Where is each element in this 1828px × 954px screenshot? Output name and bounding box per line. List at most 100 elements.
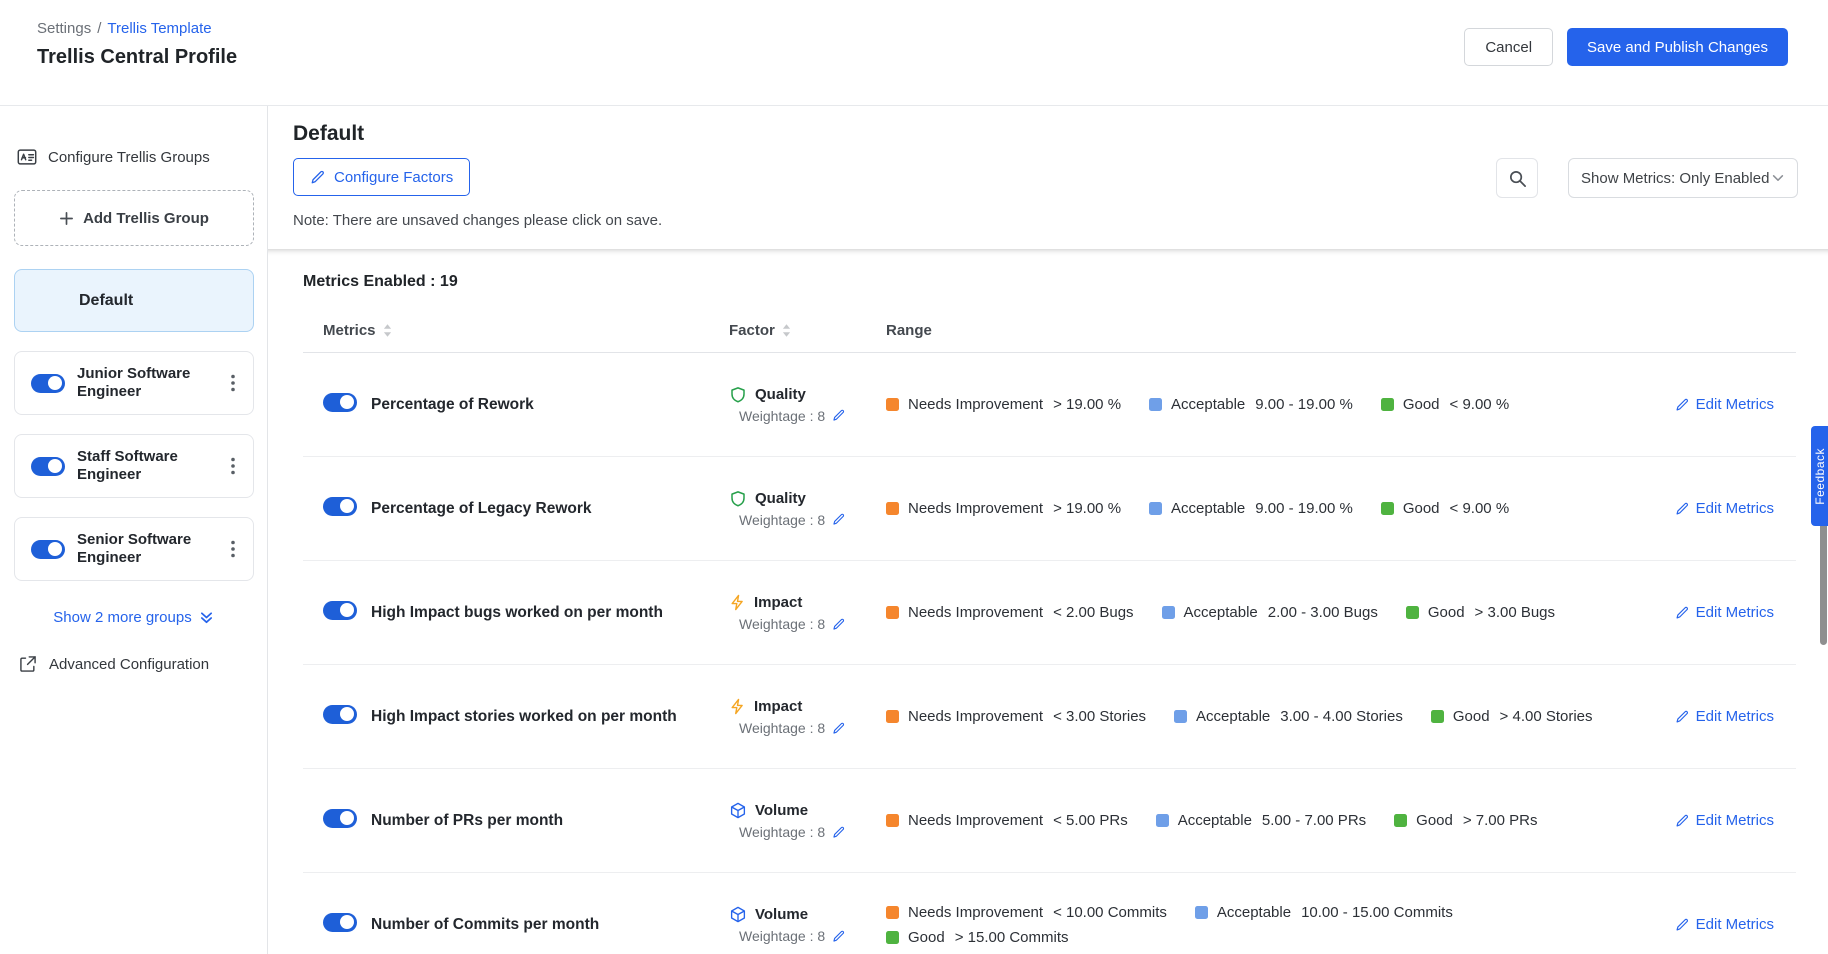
range-cell: Needs Improvement< 3.00 Stories Acceptab…	[886, 708, 1664, 725]
range-needs-improvement: Needs Improvement > 19.00 %	[886, 396, 1121, 413]
pencil-icon	[1675, 502, 1689, 516]
range-good: Good< 9.00 %	[1381, 396, 1509, 413]
edit-metrics-label: Edit Metrics	[1696, 396, 1774, 413]
metric-toggle[interactable]	[323, 497, 357, 516]
search-button[interactable]	[1496, 158, 1538, 198]
save-publish-button[interactable]: Save and Publish Changes	[1567, 28, 1788, 66]
group-card-default[interactable]: Default	[14, 269, 254, 332]
group-toggle[interactable]	[31, 457, 65, 476]
feedback-tab[interactable]: Feedback	[1811, 426, 1828, 526]
configure-factors-button[interactable]: Configure Factors	[293, 158, 470, 196]
group-toggle[interactable]	[31, 374, 65, 393]
group-toggle[interactable]	[31, 540, 65, 559]
metric-toggle[interactable]	[323, 705, 357, 724]
metric-toggle[interactable]	[323, 601, 357, 620]
edit-weightage-icon[interactable]	[832, 722, 845, 735]
range-value: 3.00 - 4.00 Stories	[1280, 708, 1403, 725]
range-good: Good > 7.00 PRs	[1394, 812, 1537, 829]
range-acceptable: Acceptable 9.00 - 19.00 %	[1149, 500, 1353, 517]
edit-weightage-icon[interactable]	[832, 409, 845, 422]
range-cell: Needs Improvement> 19.00 % Acceptable 9.0…	[886, 500, 1664, 517]
breadcrumb-trellis-template-link[interactable]: Trellis Template	[107, 20, 211, 37]
edit-metrics-link[interactable]: Edit Metrics	[1664, 916, 1796, 933]
edit-metrics-link[interactable]: Edit Metrics	[1664, 708, 1796, 725]
range-label: Good	[1403, 396, 1440, 413]
breadcrumb-settings-link[interactable]: Settings	[37, 20, 91, 37]
edit-weightage-icon[interactable]	[832, 618, 845, 631]
cancel-button[interactable]: Cancel	[1464, 28, 1553, 66]
quality-shield-icon	[729, 386, 747, 404]
trellis-groups-card-icon	[16, 146, 38, 168]
pencil-icon	[310, 170, 325, 185]
layout: Configure Trellis Groups Add Trellis Gro…	[0, 106, 1828, 954]
range-acceptable: Acceptable2.00 - 3.00 Bugs	[1162, 604, 1378, 621]
column-header-metrics[interactable]: Metrics	[323, 322, 729, 339]
edit-metrics-link[interactable]: Edit Metrics	[1664, 500, 1796, 517]
acceptable-swatch	[1149, 502, 1162, 515]
range-acceptable: Acceptable3.00 - 4.00 Stories	[1174, 708, 1403, 725]
double-chevron-down-icon	[199, 610, 214, 625]
trellis-settings-page: Settings / Trellis Template Trellis Cent…	[0, 0, 1828, 954]
range-needs-improvement: Needs Improvement< 3.00 Stories	[886, 708, 1146, 725]
sort-icon[interactable]	[383, 324, 392, 337]
metric-toggle[interactable]	[323, 913, 357, 932]
metric-row-high-impact-stories: High Impact stories worked on per month …	[303, 665, 1796, 769]
pencil-icon	[1675, 710, 1689, 724]
edit-weightage-icon[interactable]	[832, 826, 845, 839]
kebab-menu-icon[interactable]	[225, 536, 241, 562]
range-value: < 3.00 Stories	[1053, 708, 1146, 725]
edit-metrics-link[interactable]: Edit Metrics	[1664, 812, 1796, 829]
column-header-range: Range	[886, 322, 1664, 339]
volume-cube-icon	[729, 801, 747, 820]
sort-icon[interactable]	[782, 324, 791, 337]
metric-row-number-of-prs: Number of PRs per month Volume Weightage…	[303, 769, 1796, 873]
acceptable-swatch	[1156, 814, 1169, 827]
add-trellis-group-button[interactable]: Add Trellis Group	[14, 190, 254, 246]
range-label: Good	[1403, 500, 1440, 517]
column-header-factor[interactable]: Factor	[729, 322, 886, 339]
kebab-menu-icon[interactable]	[225, 370, 241, 396]
edit-metrics-label: Edit Metrics	[1696, 916, 1774, 933]
kebab-menu-icon[interactable]	[225, 453, 241, 479]
range-value: > 7.00 PRs	[1463, 812, 1538, 829]
group-card-staff-software-engineer[interactable]: Staff Software Engineer	[14, 434, 254, 498]
metric-toggle-cell	[323, 809, 371, 833]
good-swatch	[886, 931, 899, 944]
range-good: Good> 15.00 Commits	[886, 929, 1069, 946]
edit-metrics-link[interactable]: Edit Metrics	[1664, 604, 1796, 621]
edit-metrics-link[interactable]: Edit Metrics	[1664, 396, 1796, 413]
column-header-factor-label: Factor	[729, 322, 775, 339]
range-label: Good	[1428, 604, 1465, 621]
range-label: Good	[1416, 812, 1453, 829]
range-value: > 19.00 %	[1053, 396, 1121, 413]
group-card-label: Junior Software Engineer	[77, 365, 199, 401]
metrics-filter-dropdown[interactable]: Show Metrics: Only Enabled	[1568, 158, 1798, 198]
show-more-groups-button[interactable]: Show 2 more groups	[53, 609, 213, 626]
factor-cell: Quality Weightage : 8	[729, 490, 886, 528]
edit-weightage-icon[interactable]	[832, 930, 845, 943]
metric-name: Number of PRs per month	[371, 812, 729, 830]
range-needs-improvement: Needs Improvement< 2.00 Bugs	[886, 604, 1134, 621]
sidebar-section-title: Configure Trellis Groups	[48, 149, 210, 166]
factor-cell: Quality Weightage : 8	[729, 386, 886, 424]
range-needs-improvement: Needs Improvement> 19.00 %	[886, 500, 1121, 517]
metric-toggle[interactable]	[323, 809, 357, 828]
unsaved-changes-note: Note: There are unsaved changes please c…	[293, 212, 1798, 229]
range-value: 9.00 - 19.00 %	[1255, 396, 1353, 413]
range-label: Acceptable	[1171, 500, 1245, 517]
needs-improvement-swatch	[886, 398, 899, 411]
metric-toggle[interactable]	[323, 393, 357, 412]
range-good: Good> 3.00 Bugs	[1406, 604, 1555, 621]
range-value: 9.00 - 19.00 %	[1255, 500, 1353, 517]
metric-row-high-impact-bugs: High Impact bugs worked on per month Imp…	[303, 561, 1796, 665]
good-swatch	[1381, 398, 1394, 411]
advanced-configuration-link[interactable]: Advanced Configuration	[14, 654, 253, 674]
edit-weightage-icon[interactable]	[832, 513, 845, 526]
group-card-junior-software-engineer[interactable]: Junior Software Engineer	[14, 351, 254, 415]
range-value: 5.00 - 7.00 PRs	[1262, 812, 1366, 829]
acceptable-swatch	[1162, 606, 1175, 619]
range-cell: Needs Improvement> 19.00 % Acceptable9.0…	[886, 396, 1664, 413]
group-card-senior-software-engineer[interactable]: Senior Software Engineer	[14, 517, 254, 581]
range-acceptable: Acceptable10.00 - 15.00 Commits	[1195, 904, 1453, 921]
range-label: Needs Improvement	[908, 396, 1043, 413]
